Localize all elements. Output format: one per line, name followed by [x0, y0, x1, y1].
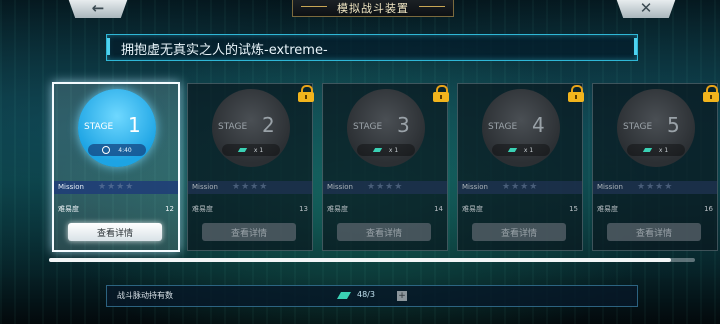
stage-label: STAGE — [218, 122, 248, 132]
back-button[interactable]: ← — [68, 0, 128, 18]
mission-stars-icon: ★★★★ — [367, 182, 404, 192]
mission-label: Mission — [327, 183, 353, 191]
lock-icon — [568, 85, 584, 102]
difficulty-row: 难易度 16 — [593, 203, 717, 216]
difficulty-row: 难易度 15 — [458, 203, 582, 216]
stage-card-4[interactable]: STAGE 4 x 1 Mission ★★★★ 难易度 15 查看详情 — [457, 83, 584, 251]
stage-label: STAGE — [488, 122, 518, 132]
mission-stars-icon: ★★★★ — [232, 182, 269, 192]
lock-icon — [703, 85, 719, 102]
horizontal-scrollbar[interactable] — [49, 258, 695, 262]
stage-number: 5 — [667, 113, 680, 137]
difficulty-label: 难易度 — [327, 205, 348, 213]
stage-cost: x 1 — [222, 144, 280, 156]
difficulty-value: 12 — [165, 205, 174, 213]
difficulty-value: 16 — [704, 205, 713, 213]
difficulty-value: 14 — [434, 205, 443, 213]
stage-number: 2 — [262, 113, 275, 137]
stage-card-1[interactable]: STAGE 1 4:40 Mission ★★★★ 难易度 12 查看详情 — [52, 82, 180, 252]
stage-number: 4 — [532, 113, 545, 137]
pulse-chip-icon — [642, 148, 653, 152]
mission-row: Mission ★★★★ — [54, 181, 178, 194]
stage-circle[interactable]: STAGE 5 x 1 — [617, 89, 695, 167]
mission-row: Mission ★★★★ — [458, 181, 582, 194]
stage-set-title: 拥抱虚无真实之人的试炼-extreme- — [121, 43, 328, 58]
stage-set-title-bar: 拥抱虚无真实之人的试炼-extreme- — [106, 34, 638, 61]
lock-icon — [433, 85, 449, 102]
mission-label: Mission — [597, 183, 623, 191]
difficulty-row: 难易度 14 — [323, 203, 447, 216]
stage-cost-value: x 1 — [523, 146, 534, 154]
mission-row: Mission ★★★★ — [188, 181, 312, 194]
pulse-chip-icon — [372, 148, 383, 152]
lock-icon — [298, 85, 314, 102]
stage-circle[interactable]: STAGE 3 x 1 — [347, 89, 425, 167]
stage-circle[interactable]: STAGE 1 4:40 — [78, 89, 156, 167]
mission-label: Mission — [462, 183, 488, 191]
battle-pulse-label: 战斗脉动持有数 — [117, 291, 173, 300]
clock-icon — [102, 146, 111, 154]
stage-card-5[interactable]: STAGE 5 x 1 Mission ★★★★ 难易度 16 查看详情 — [592, 83, 719, 251]
stage-label: STAGE — [84, 122, 114, 132]
view-details-button[interactable]: 查看详情 — [607, 223, 701, 241]
battle-pulse-count: 48/3 — [357, 290, 375, 299]
battle-pulse-bar: 战斗脉动持有数 48/3 + — [106, 285, 638, 307]
page-title: 模拟战斗装置 — [292, 0, 454, 17]
stage-cost: 4:40 — [88, 144, 146, 156]
stage-cost-value: x 1 — [658, 146, 669, 154]
pulse-chip-icon — [336, 292, 352, 299]
stage-cost: x 1 — [492, 144, 550, 156]
mission-stars-icon: ★★★★ — [98, 182, 135, 192]
mission-row: Mission ★★★★ — [593, 181, 717, 194]
stage-number: 1 — [128, 113, 141, 137]
stage-cost: x 1 — [357, 144, 415, 156]
difficulty-label: 难易度 — [58, 205, 79, 213]
stage-label: STAGE — [623, 122, 653, 132]
stage-card-3[interactable]: STAGE 3 x 1 Mission ★★★★ 难易度 14 查看详情 — [322, 83, 449, 251]
close-icon: ✕ — [639, 0, 653, 17]
scrollbar-thumb[interactable] — [49, 258, 671, 262]
stage-label: STAGE — [353, 122, 383, 132]
back-arrow-icon: ← — [91, 0, 105, 17]
stage-circle[interactable]: STAGE 4 x 1 — [482, 89, 560, 167]
difficulty-row: 难易度 13 — [188, 203, 312, 216]
mission-stars-icon: ★★★★ — [502, 182, 539, 192]
difficulty-row: 难易度 12 — [54, 203, 178, 216]
view-details-button[interactable]: 查看详情 — [202, 223, 296, 241]
close-button[interactable]: ✕ — [616, 0, 676, 18]
stage-cost-value: 4:40 — [118, 146, 132, 154]
view-details-button[interactable]: 查看详情 — [337, 223, 431, 241]
view-details-button[interactable]: 查看详情 — [472, 223, 566, 241]
mission-stars-icon: ★★★★ — [637, 182, 674, 192]
mission-label: Mission — [58, 183, 84, 191]
stage-cost-value: x 1 — [253, 146, 264, 154]
mission-row: Mission ★★★★ — [323, 181, 447, 194]
difficulty-label: 难易度 — [597, 205, 618, 213]
pulse-chip-icon — [507, 148, 518, 152]
stage-cost: x 1 — [627, 144, 685, 156]
difficulty-label: 难易度 — [462, 205, 483, 213]
stage-circle[interactable]: STAGE 2 x 1 — [212, 89, 290, 167]
difficulty-value: 15 — [569, 205, 578, 213]
pulse-chip-icon — [237, 148, 248, 152]
stage-number: 3 — [397, 113, 410, 137]
stage-cost-value: x 1 — [388, 146, 399, 154]
stage-card-2[interactable]: STAGE 2 x 1 Mission ★★★★ 难易度 13 查看详情 — [187, 83, 314, 251]
mission-label: Mission — [192, 183, 218, 191]
view-details-button[interactable]: 查看详情 — [68, 223, 162, 241]
add-pulse-button[interactable]: + — [397, 291, 407, 301]
difficulty-label: 难易度 — [192, 205, 213, 213]
difficulty-value: 13 — [299, 205, 308, 213]
